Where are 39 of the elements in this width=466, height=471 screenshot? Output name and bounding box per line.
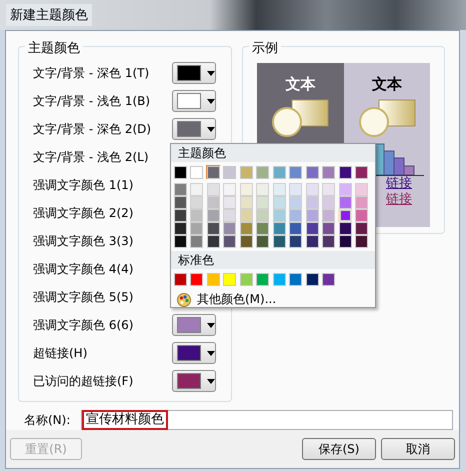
color-label: 文字/背景 - 深色 2(D) — [33, 120, 152, 138]
color-dropdown[interactable] — [172, 62, 216, 84]
color-dropdown[interactable] — [172, 314, 216, 336]
menu-heading: 标准色 — [171, 251, 375, 269]
color-label: 文字/背景 - 浅色 2(L) — [33, 148, 150, 166]
color-dropdown[interactable] — [172, 90, 216, 112]
name-field[interactable]: 宣传材料颜色 — [81, 410, 453, 430]
caret-icon — [207, 322, 215, 328]
color-label: 强调文字颜色 5(5) — [33, 288, 134, 306]
caret-icon — [207, 350, 215, 356]
shapes-drawing — [356, 98, 417, 138]
name-label: 名称(N): — [24, 412, 72, 428]
color-dropdown[interactable] — [172, 370, 216, 392]
highlighted-value: 宣传材料颜色 — [82, 410, 168, 430]
color-label: 文字/背景 - 浅色 1(B) — [33, 92, 152, 110]
caret-icon — [207, 378, 215, 384]
caret-icon — [207, 98, 215, 104]
color-dropdown[interactable] — [172, 118, 216, 140]
shapes-drawing — [270, 98, 330, 138]
dialog-button[interactable]: 保存(S) — [302, 438, 376, 460]
color-dropdown[interactable] — [172, 342, 216, 364]
caret-icon — [207, 126, 215, 132]
color-label: 文字/背景 - 深色 1(T) — [33, 64, 150, 82]
more-colors-item[interactable]: 其他颜色(M)... — [171, 289, 375, 310]
dialog-button[interactable]: 取消 — [381, 438, 455, 460]
color-label: 已访问的超链接(F) — [33, 372, 134, 390]
group-title: 主题颜色 — [25, 39, 83, 57]
group-title: 示例 — [249, 39, 281, 57]
color-label: 强调文字颜色 6(6) — [33, 316, 134, 334]
caret-icon — [207, 70, 215, 76]
preview-text: 文本 — [372, 75, 402, 94]
preview-text: 文本 — [285, 75, 316, 94]
window-title: 新建主题颜色 — [6, 4, 92, 26]
color-label: 超链接(H) — [33, 344, 88, 362]
color-label: 强调文字颜色 4(4) — [33, 260, 134, 278]
color-label: 强调文字颜色 3(3) — [33, 232, 134, 250]
color-label: 强调文字颜色 1(1) — [33, 176, 134, 194]
menu-heading: 主题颜色 — [171, 144, 375, 162]
color-label: 强调文字颜色 2(2) — [33, 204, 134, 222]
